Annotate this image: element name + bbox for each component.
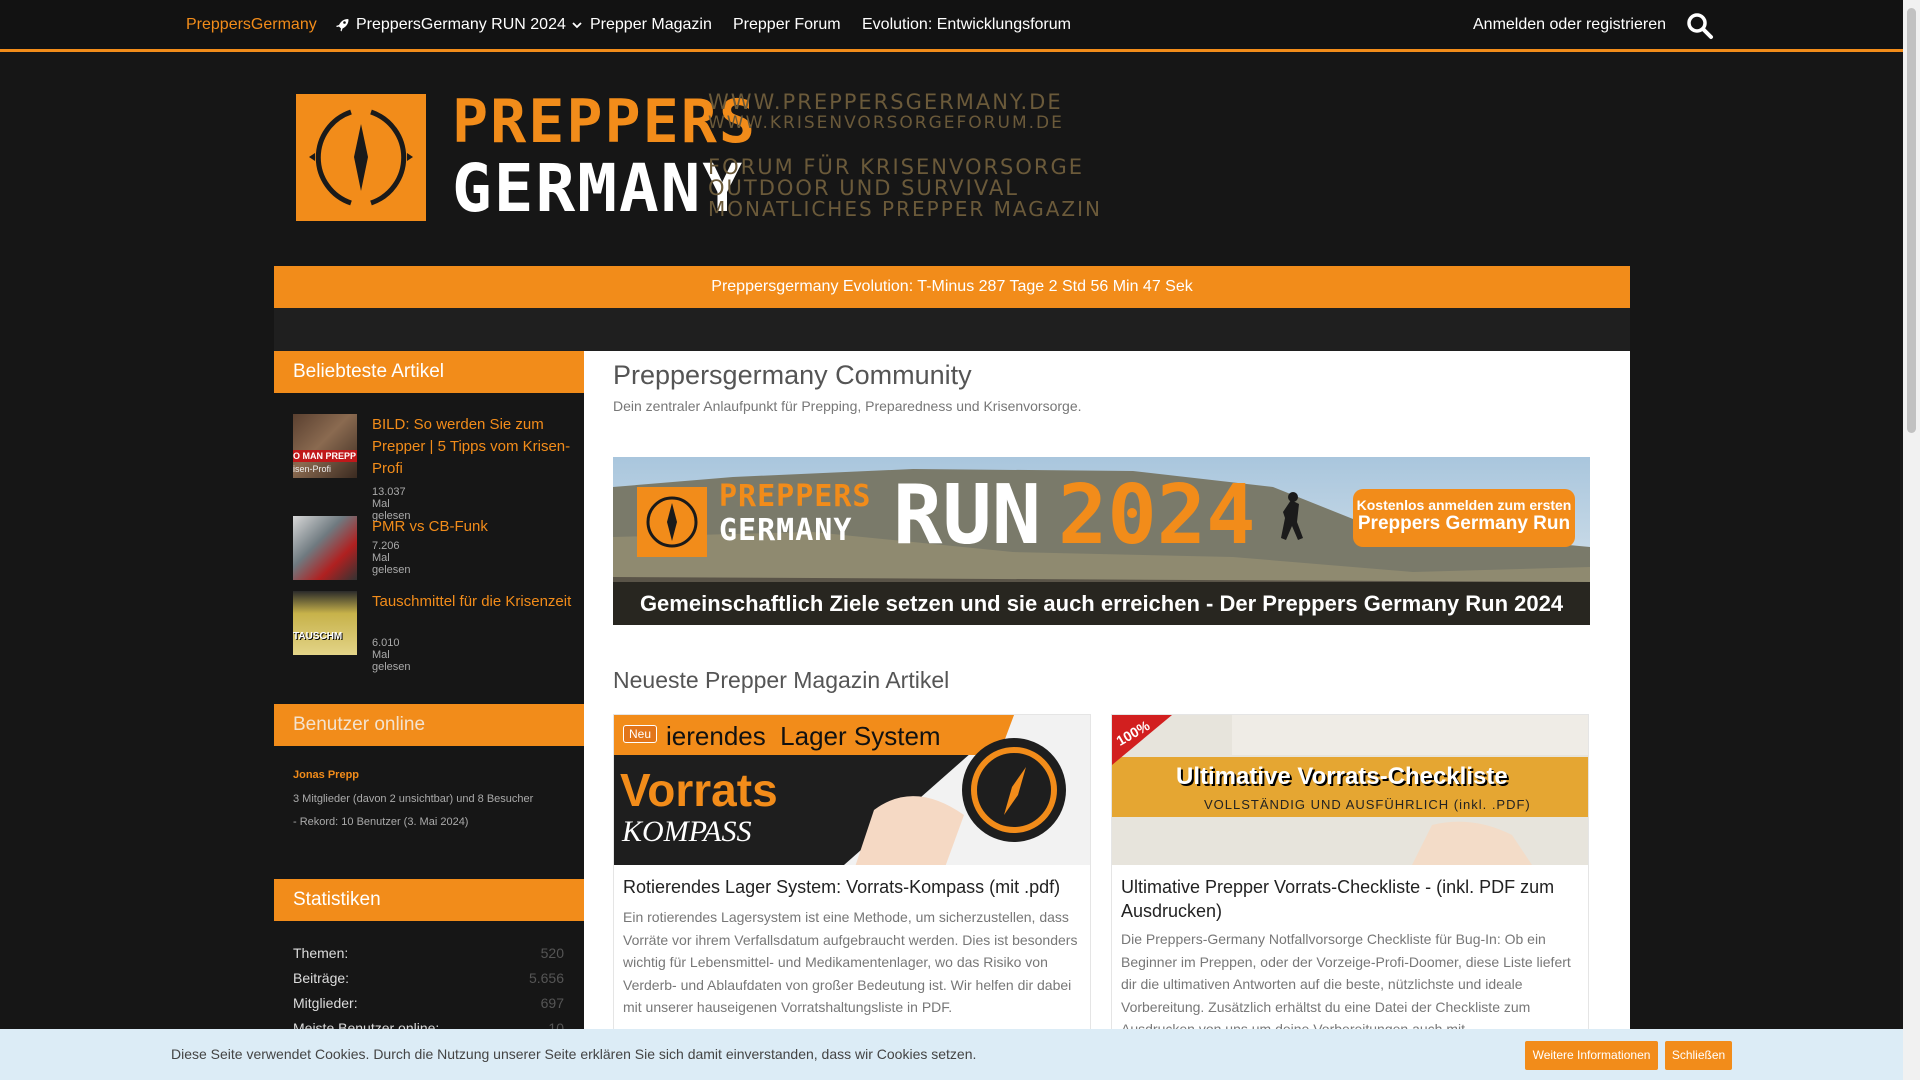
- top-navigation: PreppersGermany PreppersGermany RUN 2024…: [0, 0, 1903, 52]
- cookie-close-button[interactable]: Schließen: [1665, 1041, 1732, 1070]
- chevron-down-icon: [572, 22, 582, 29]
- nav-item-evolution[interactable]: Evolution: Entwicklungsforum: [862, 16, 1071, 34]
- login-register-link[interactable]: Anmelden oder registrieren: [1473, 16, 1666, 34]
- logo-tagline-3: MONATLICHES PREPPER MAGAZIN: [708, 197, 1102, 221]
- article-image-word-2: KOMPASS: [622, 815, 752, 848]
- logo-tagline-2: OUTDOOR UND SURVIVAL: [708, 176, 1019, 200]
- cookie-notice: Diese Seite verwendet Cookies. Durch die…: [0, 1029, 1903, 1080]
- article-card-vorrats-kompass[interactable]: ierendes Lager System Vorrats KOMPASS Ne…: [613, 714, 1091, 1080]
- article-views: 7.206 Mal gelesen: [372, 540, 411, 576]
- thumb-subcaption: isen-Profi: [293, 464, 332, 474]
- sub-navigation-bar: [274, 308, 1630, 351]
- article-views: 6.010 Mal gelesen: [372, 637, 411, 673]
- article-title[interactable]: Tauschmittel für die Krisenzeit: [372, 591, 572, 613]
- page-title: Preppersgermany Community: [613, 360, 972, 390]
- article-card-vorrats-checkliste[interactable]: 100% Ultimative Vorrats-Checkliste VOLLS…: [1111, 714, 1589, 1080]
- stat-row-members: Mitglieder: 697: [293, 995, 564, 1011]
- statistics-heading: Statistiken: [274, 879, 584, 921]
- article-title[interactable]: BILD: So werden Sie zum Prepper | 5 Tipp…: [372, 414, 572, 480]
- logo-word-germany: GERMANY: [452, 150, 745, 227]
- article-thumbnail[interactable]: [293, 516, 357, 580]
- article-card-excerpt: Die Preppers-Germany Notfallvorsorge Che…: [1121, 931, 1571, 1037]
- logo-tagline-1: FORUM FÜR KRISENVORSORGE: [708, 155, 1085, 179]
- article-image[interactable]: 100% Ultimative Vorrats-Checkliste VOLLS…: [1112, 715, 1588, 865]
- site-logo[interactable]: PREPPERS GERMANY WWW.PREPPERSGERMANY.DE …: [296, 88, 1100, 228]
- thumb-caption: TAUSCHM: [293, 631, 343, 642]
- cookie-notice-text: Diese Seite verwendet Cookies. Durch die…: [171, 1046, 977, 1062]
- scrollbar-thumb[interactable]: [1907, 8, 1916, 433]
- rocket-icon: [336, 19, 349, 32]
- article-card-title[interactable]: Rotierendes Lager System: Vorrats-Kompas…: [623, 875, 1083, 899]
- article-image-subtitle: VOLLSTÄNDIG UND AUSFÜHRLICH (inkl. .PDF): [1204, 797, 1531, 812]
- nav-item-prepper-forum[interactable]: Prepper Forum: [733, 16, 841, 34]
- online-members-count: 3 Mitglieder (davon 2 unsichtbar) und 8 …: [293, 793, 534, 805]
- article-image-title: ierendes Lager System: [666, 721, 941, 751]
- run-signup-button[interactable]: Kostenlos anmelden zum ersten Preppers G…: [1353, 489, 1575, 547]
- latest-articles-heading: Neueste Prepper Magazin Artikel: [613, 667, 950, 693]
- users-online-heading: Benutzer online: [274, 704, 584, 746]
- stat-row-topics: Themen: 520: [293, 945, 564, 961]
- countdown-bar: Preppersgermany Evolution: T-Minus 287 T…: [274, 266, 1630, 308]
- online-stats-text: 3 Mitglieder (davon 2 unsichtbar) und 8 …: [293, 788, 573, 834]
- article-title[interactable]: PMR vs CB-Funk: [372, 516, 572, 538]
- online-record: - Rekord: 10 Benutzer (3. Mai 2024): [293, 816, 469, 828]
- logo-url-2: WWW.KRISENVORSORGEFORUM.DE: [708, 113, 1064, 133]
- nav-item-run-2024[interactable]: PreppersGermany RUN 2024: [334, 16, 582, 34]
- cookie-more-info-button[interactable]: Weitere Informationen: [1525, 1041, 1658, 1070]
- run-2024-banner[interactable]: PREPPERS GERMANY RUN 2024 Kostenlos anme…: [613, 457, 1590, 625]
- thumb-caption: O MAN PREPP: [293, 450, 357, 462]
- search-icon[interactable]: [1686, 12, 1714, 40]
- banner-logo-word-1: PREPPERS: [719, 479, 872, 514]
- banner-year: 2024: [1058, 468, 1256, 563]
- article-thumbnail[interactable]: O MAN PREPP isen-Profi: [293, 414, 357, 478]
- popular-articles-heading: Beliebteste Artikel: [274, 351, 584, 393]
- article-card-excerpt: Ein rotierendes Lagersystem ist eine Met…: [623, 909, 1078, 1015]
- nav-item-prepper-magazin[interactable]: Prepper Magazin: [590, 16, 712, 34]
- banner-run-word: RUN: [893, 468, 1042, 563]
- banner-logo-word-2: GERMANY: [719, 513, 853, 548]
- article-image[interactable]: ierendes Lager System Vorrats KOMPASS Ne…: [614, 715, 1090, 865]
- stat-row-posts: Beiträge: 5.656: [293, 970, 564, 986]
- logo-url-1: WWW.PREPPERSGERMANY.DE: [708, 90, 1063, 114]
- page-scrollbar[interactable]: [1903, 0, 1920, 1080]
- new-badge: Neu: [623, 725, 658, 743]
- article-image-title: Ultimative Vorrats-Checkliste: [1176, 763, 1508, 790]
- banner-caption: Gemeinschaftlich Ziele setzen und sie au…: [613, 582, 1590, 625]
- article-image-word-1: Vorrats: [620, 764, 778, 816]
- page-subtitle: Dein zentraler Anlaufpunkt für Prepping,…: [613, 398, 1082, 414]
- nav-item-preppersgermany[interactable]: PreppersGermany: [186, 16, 317, 34]
- article-card-title[interactable]: Ultimative Prepper Vorrats-Checkliste - …: [1121, 875, 1581, 923]
- compass-logo-icon: [296, 94, 426, 221]
- online-user-link[interactable]: Jonas Prepp: [293, 769, 359, 781]
- article-thumbnail[interactable]: TAUSCHM: [293, 591, 357, 655]
